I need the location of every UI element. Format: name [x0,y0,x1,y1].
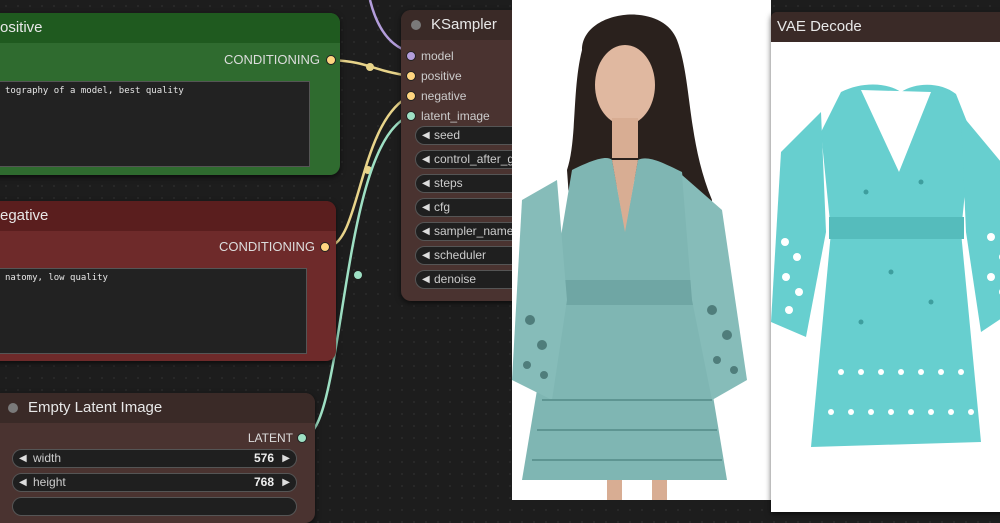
ksampler-node-dot[interactable] [411,20,421,30]
seed-decrement[interactable]: ◀ [422,127,430,144]
vae-decode-node[interactable]: VAE Decode [771,12,1000,512]
ksampler-preview-image [512,0,771,500]
steps-decrement[interactable]: ◀ [422,175,430,192]
height-decrement[interactable]: ◀ [19,474,27,491]
latent-input-socket[interactable] [406,111,416,121]
positive-node-title-bar[interactable]: ositive [0,13,340,43]
negative-prompt-text[interactable]: natomy, low quality [0,268,307,354]
seed-label: seed [434,128,461,142]
height-label: height [33,475,66,489]
cfg-label: cfg [434,200,451,214]
negative-output-label: CONDITIONING [218,239,315,254]
sampler-decrement[interactable]: ◀ [422,223,430,240]
latent-node-title: Empty Latent Image [28,399,163,416]
height-value: 768 [253,475,274,489]
negative-prompt-node[interactable]: egative CONDITIONING natomy, low quality [0,201,336,361]
latent-link-node [354,271,362,279]
model-input-socket[interactable] [406,51,416,61]
latent-input-label: latent_image [421,109,490,123]
positive-prompt-node[interactable]: ositive CONDITIONING tography of a model… [0,13,340,175]
scheduler-label: scheduler [434,248,487,262]
width-decrement[interactable]: ◀ [19,450,27,467]
control-label: control_after_g [434,152,515,166]
positive-prompt-text[interactable]: tography of a model, best quality [0,81,310,167]
latent-node-dot[interactable] [8,403,18,413]
negative-output-socket[interactable] [320,242,330,252]
width-increment[interactable]: ▶ [282,450,290,467]
latent-node-title-bar[interactable]: Empty Latent Image [0,393,315,423]
vae-output-image [771,42,1000,512]
positive-input-socket[interactable] [406,71,416,81]
steps-label: steps [434,176,463,190]
vae-title-bar[interactable]: VAE Decode [771,12,1000,42]
positive-link-node [366,63,374,71]
latent-output-label: LATENT [247,431,293,445]
positive-input-label: positive [421,69,462,83]
negative-node-title-bar[interactable]: egative [0,201,336,231]
cfg-decrement[interactable]: ◀ [422,199,430,216]
negative-input-socket[interactable] [406,91,416,101]
negative-input-label: negative [421,89,467,103]
width-widget[interactable]: ◀ width 576 ▶ [12,449,297,468]
denoise-decrement[interactable]: ◀ [422,271,430,288]
latent-output-socket[interactable] [297,433,307,443]
positive-output-label: CONDITIONING [223,52,320,67]
denoise-label: denoise [434,272,477,286]
scheduler-decrement[interactable]: ◀ [422,247,430,264]
height-widget[interactable]: ◀ height 768 ▶ [12,473,297,492]
negative-node-title: egative [0,207,49,224]
control-decrement[interactable]: ◀ [422,151,430,168]
width-value: 576 [253,451,274,465]
model-input-label: model [421,49,454,63]
vae-title: VAE Decode [777,18,862,35]
empty-latent-node[interactable]: Empty Latent Image LATENT ◀ width 576 ▶ … [0,393,315,523]
width-label: width [33,451,62,465]
ksampler-title: KSampler [431,16,497,33]
sampler-label: sampler_name [434,224,514,238]
positive-output-socket[interactable] [326,55,336,65]
height-increment[interactable]: ▶ [282,474,290,491]
positive-node-title: ositive [0,19,43,36]
